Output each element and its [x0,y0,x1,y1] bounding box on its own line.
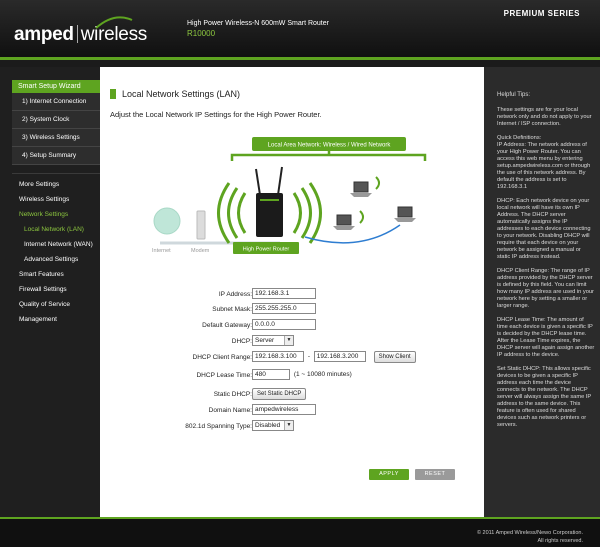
sidebar: Smart Setup Wizard 1) Internet Connectio… [0,67,100,517]
sidebar-wizard-step-2[interactable]: 2) System Clock [12,111,100,129]
sidebar-item-firewall-settings[interactable]: Firewall Settings [19,282,100,297]
default-gateway-row: Default Gateway: 0.0.0.0 [100,319,484,333]
ip-address-label: IP Address: [218,291,252,298]
help-lease: DHCP Lease Time: The amount of time each… [497,317,595,358]
modem-label: Modem [191,248,210,254]
apply-button[interactable]: APPLY [369,469,409,480]
domain-name-row: Domain Name: ampedwireless [100,404,484,418]
subnet-mask-label: Subnet Mask: [212,306,252,313]
show-client-button[interactable]: Show Client [373,351,416,363]
spanning-type-label: 802.1d Spanning Type: [185,423,252,430]
sidebar-item-quality-of-service[interactable]: Quality of Service [19,297,100,312]
title-marker [110,89,116,99]
help-range: DHCP Client Range: The range of IP addre… [497,268,594,309]
help-panel: Helpful Tips: These settings are for you… [484,67,600,517]
default-gateway-label: Default Gateway: [202,322,252,329]
lan-label: Local Area Network: Wireless / Wired Net… [268,143,392,149]
dhcp-range-separator: - [307,353,310,360]
sidebar-item-advanced-settings[interactable]: Advanced Settings [24,252,100,267]
dhcp-select[interactable]: Server ▼ [252,335,294,346]
logo-swoosh-icon [95,16,133,29]
copyright: © 2011 Amped Wireless/Newo Corporation. … [476,530,583,544]
ip-address-input[interactable]: 192.168.3.1 [252,288,316,299]
sidebar-item-smart-features[interactable]: Smart Features [19,267,100,282]
sidebar-more-settings: More Settings [19,181,60,188]
dhcp-range-end-input[interactable]: 192.168.3.200 [313,351,366,362]
dhcp-label: DHCP: [231,338,252,345]
lease-time-hint: (1 ~ 10080 minutes) [293,371,352,378]
product-title: High Power Wireless-N 600mW Smart Router [187,20,329,27]
domain-name-input[interactable]: ampedwireless [252,404,316,415]
modem-icon [196,210,206,240]
reset-button[interactable]: RESET [415,469,455,480]
domain-name-label: Domain Name: [208,407,252,414]
network-diagram: Local Area Network: Wireless / Wired Net… [152,137,427,254]
sidebar-wizard-step-3[interactable]: 3) Wireless Settings [12,129,100,147]
sidebar-item-local-network[interactable]: Local Network (LAN) [24,222,100,237]
static-dhcp-row: Static DHCP: Set Static DHCP [100,388,484,402]
set-static-dhcp-button[interactable]: Set Static DHCP [252,388,307,400]
spanning-type-select[interactable]: Disabled ▼ [252,420,294,431]
default-gateway-input[interactable]: 0.0.0.0 [252,319,316,330]
laptop-icon-1 [350,181,372,197]
sidebar-item-internet-network[interactable]: Internet Network (WAN) [24,237,100,252]
dhcp-lease-time-input[interactable]: 480 [252,369,290,380]
internet-label: Internet [152,248,171,254]
sidebar-item-network-settings[interactable]: Network Settings [19,207,100,222]
help-dhcp: DHCP: Each network device on your local … [497,198,591,260]
sidebar-item-wireless-settings[interactable]: Wireless Settings [19,192,100,207]
header: amped wireless High Power Wireless-N 600m… [0,0,600,57]
spanning-type-row: 802.1d Spanning Type: Disabled ▼ [100,420,484,434]
chevron-down-icon: ▼ [284,421,293,430]
laptop-icon-3 [394,206,416,222]
sidebar-wizard-step-1[interactable]: 1) Internet Connection [12,93,100,111]
dhcp-lease-time-row: DHCP Lease Time: 480 (1 ~ 10080 minutes) [100,369,484,383]
dhcp-lease-time-label: DHCP Lease Time: [196,372,252,379]
subnet-mask-input[interactable]: 255.255.255.0 [252,303,316,314]
help-ip: IP Address: The network address of your … [497,142,591,190]
page-subtitle: Adjust the Local Network IP Settings for… [110,110,322,119]
page-title: Local Network Settings (LAN) [110,89,240,99]
dhcp-row: DHCP: Server ▼ [100,335,484,349]
sidebar-wizard-step-4[interactable]: 4) Setup Summary [12,147,100,165]
dhcp-client-range-row: DHCP Client Range: 192.168.3.100 - 192.1… [100,351,484,365]
chevron-down-icon: ▼ [284,336,293,345]
router-label: High Power Router [243,247,290,253]
sidebar-wizard-title[interactable]: Smart Setup Wizard [12,80,100,93]
sidebar-divider [12,173,100,174]
laptop-icon-2 [333,214,355,230]
product-model: R10000 [187,29,216,38]
static-dhcp-label: Static DHCP: [213,391,252,398]
help-intro: These settings are for your local networ… [497,107,592,127]
main-panel: Local Network Settings (LAN) Adjust the … [100,67,484,517]
premium-series-label: PREMIUM SERIES [503,9,580,18]
footer: © 2011 Amped Wireless/Newo Corporation. … [0,519,600,547]
help-quick-title: Quick Definitions: [497,135,542,141]
subnet-mask-row: Subnet Mask: 255.255.255.0 [100,303,484,317]
dhcp-client-range-label: DHCP Client Range: [192,354,253,361]
sidebar-item-management[interactable]: Management [19,312,100,327]
help-static: Set Static DHCP: This allows specific de… [497,366,592,428]
internet-globe-icon [153,207,181,235]
help-title: Helpful Tips: [497,92,531,98]
dhcp-range-start-input[interactable]: 192.168.3.100 [252,351,304,362]
ip-address-row: IP Address: 192.168.3.1 [100,288,484,302]
